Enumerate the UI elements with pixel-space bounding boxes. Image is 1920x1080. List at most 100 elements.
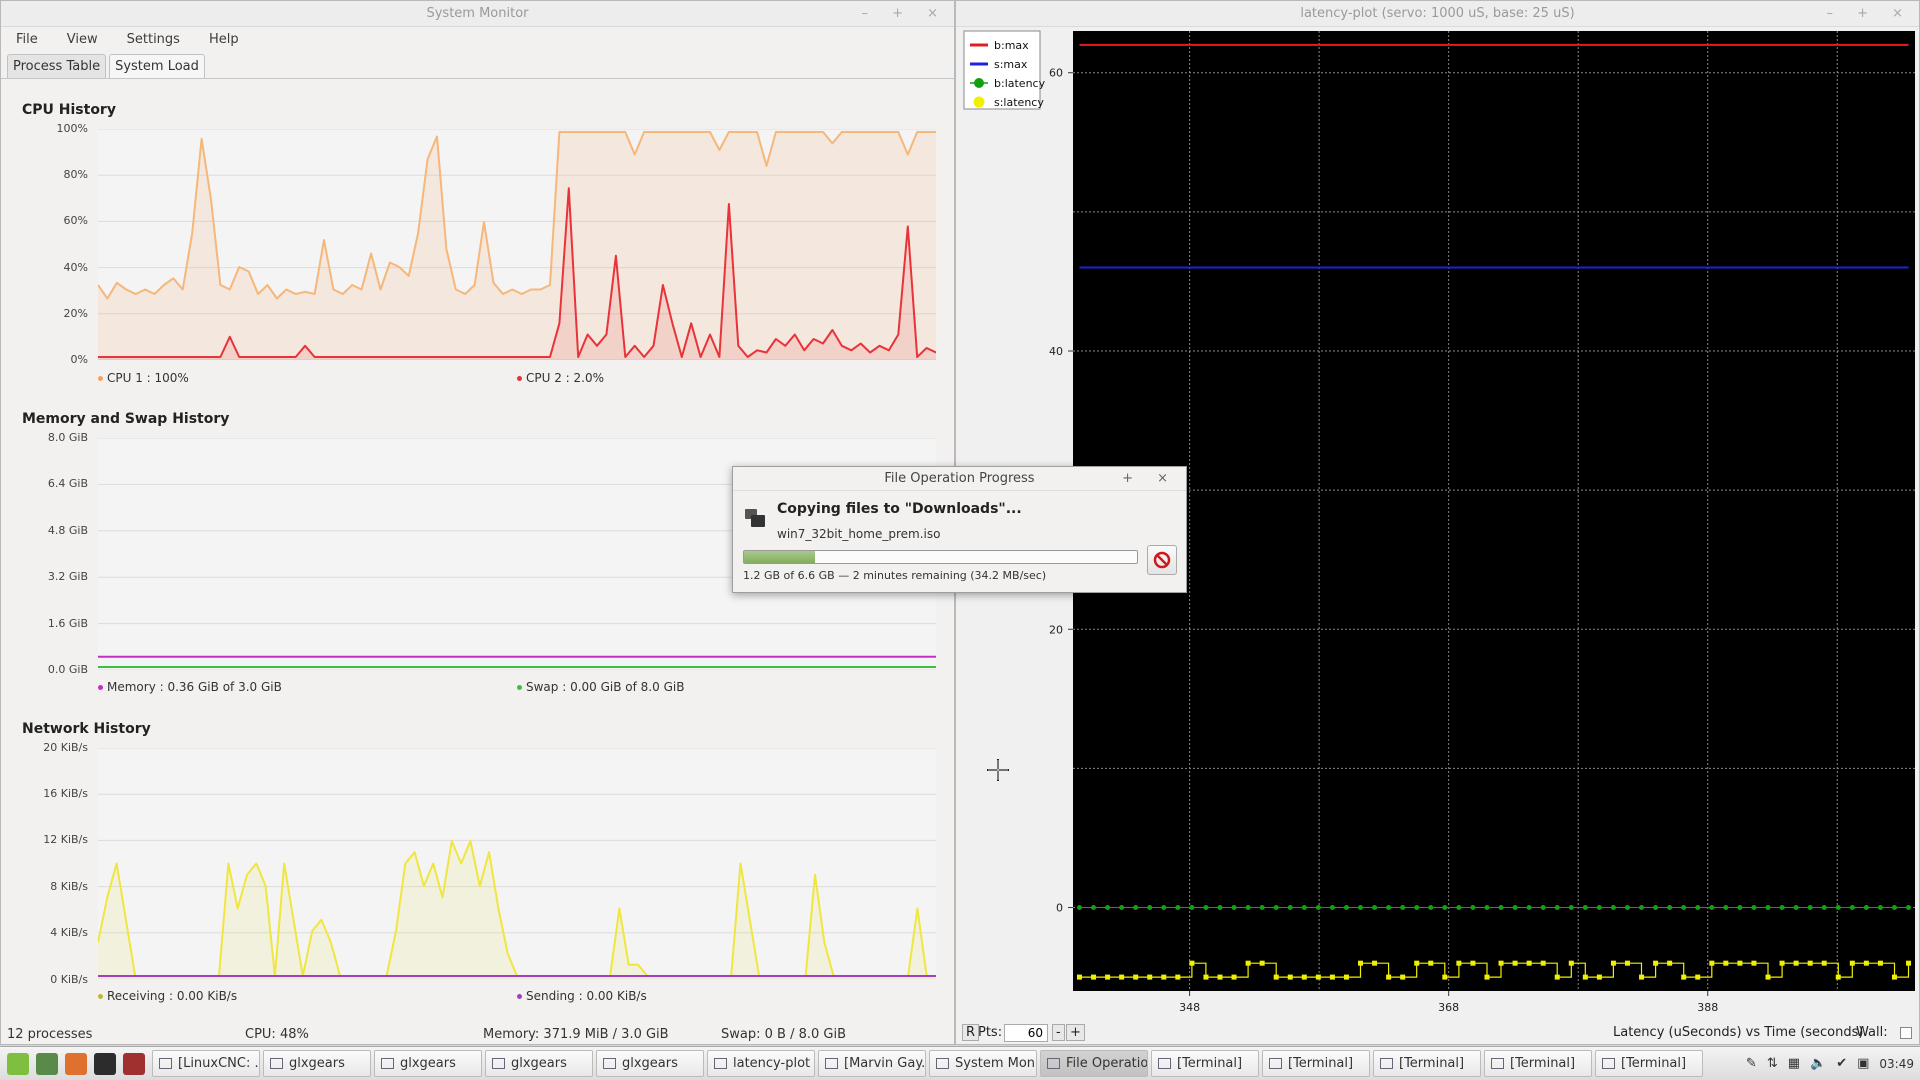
- b-latency-point: [1610, 905, 1616, 911]
- clapper-icon[interactable]: ▦: [1788, 1056, 1800, 1071]
- s-latency-point: [1849, 960, 1855, 966]
- taskbar-item[interactable]: latency-plot ...: [707, 1050, 815, 1077]
- s-latency-point: [1793, 960, 1799, 966]
- pts-decrement-button[interactable]: -: [1052, 1024, 1065, 1041]
- cancel-copy-button[interactable]: [1147, 545, 1177, 575]
- pen-icon[interactable]: ✎: [1746, 1056, 1757, 1071]
- b-latency-point: [1329, 905, 1335, 911]
- taskbar-item[interactable]: glxgears: [596, 1050, 704, 1077]
- s-latency-point: [1695, 974, 1701, 980]
- x-tick-label: 348: [1179, 1001, 1200, 1014]
- b-latency-point: [1484, 905, 1490, 911]
- s-latency-point: [1105, 974, 1111, 980]
- receiving-legend: Receiving : 0.00 KiB/s: [98, 989, 237, 1003]
- taskbar-item-label: [Terminal]: [1177, 1056, 1243, 1071]
- dialog-window-controls[interactable]: + ×: [1122, 467, 1178, 491]
- s-latency-point: [1231, 974, 1237, 980]
- cpu2-legend-swatch: [517, 376, 522, 381]
- taskbar-item[interactable]: glxgears: [263, 1050, 371, 1077]
- latency-window-controls[interactable]: – + ×: [1826, 1, 1913, 27]
- mint-menu-icon[interactable]: [7, 1052, 29, 1075]
- taskbar-item[interactable]: [Terminal]: [1595, 1050, 1703, 1077]
- firefox-icon[interactable]: [65, 1052, 87, 1075]
- s-latency-point: [1076, 974, 1082, 980]
- latency-title: latency-plot (servo: 1000 uS, base: 25 u…: [1300, 6, 1575, 21]
- s-latency-point: [1877, 960, 1883, 966]
- b-latency-point: [1133, 905, 1139, 911]
- clock[interactable]: 03:49: [1879, 1057, 1914, 1071]
- show-desktop-icon[interactable]: [36, 1052, 58, 1075]
- memory-ytick: 3.2 GiB: [47, 570, 88, 583]
- sysmon-window-controls[interactable]: – + ×: [861, 1, 948, 27]
- b-latency-point: [1175, 905, 1181, 911]
- y-tick-label: 60: [1049, 67, 1063, 80]
- taskbar-item[interactable]: [LinuxCNC: ...: [152, 1050, 260, 1077]
- taskbar-item[interactable]: [Terminal]: [1151, 1050, 1259, 1077]
- b-latency-point: [1765, 905, 1771, 911]
- s-latency-point: [1161, 974, 1167, 980]
- menu-settings[interactable]: Settings: [122, 30, 185, 49]
- update-icon[interactable]: ▣: [1857, 1056, 1869, 1071]
- taskbar-item[interactable]: [Terminal]: [1373, 1050, 1481, 1077]
- b-latency-point: [1906, 905, 1912, 911]
- y-tick-label: 20: [1049, 623, 1063, 636]
- network-ytick: 12 KiB/s: [43, 833, 88, 846]
- memory-legend: Memory : 0.36 GiB of 3.0 GiB: [98, 680, 282, 694]
- window-icon: [1602, 1058, 1615, 1069]
- menu-help[interactable]: Help: [204, 30, 244, 49]
- latency-titlebar[interactable]: latency-plot (servo: 1000 uS, base: 25 u…: [956, 1, 1919, 27]
- system-tray: ✎ ⇅ ▦ 🔈 ✔ ▣ 03:49: [1736, 1056, 1920, 1071]
- b-latency-point: [1231, 905, 1237, 911]
- taskbar-item[interactable]: File Operatio...: [1040, 1050, 1148, 1077]
- s-latency-point: [1526, 960, 1532, 966]
- linuxcnc-launcher-icon[interactable]: [123, 1052, 145, 1075]
- b-latency-point: [1273, 905, 1279, 911]
- taskbar-item-label: [Marvin Gay...: [844, 1056, 926, 1071]
- reset-button[interactable]: R: [962, 1024, 980, 1041]
- file-operation-dialog: File Operation Progress + × Copying file…: [732, 466, 1187, 593]
- s-latency-point: [1779, 960, 1785, 966]
- tab-system-load[interactable]: System Load: [109, 54, 205, 78]
- s-latency-point: [1835, 974, 1841, 980]
- pts-input[interactable]: [1004, 1024, 1048, 1042]
- b-latency-point: [1442, 905, 1448, 911]
- b-latency-point: [1203, 905, 1209, 911]
- menu-view[interactable]: View: [62, 30, 103, 49]
- dialog-titlebar[interactable]: File Operation Progress + ×: [733, 467, 1186, 491]
- taskbar-item[interactable]: [Terminal]: [1484, 1050, 1592, 1077]
- axis-caption: Latency (uSeconds) vs Time (seconds): [1613, 1025, 1864, 1040]
- taskbar-item[interactable]: System Mon...: [929, 1050, 1037, 1077]
- s-latency-point: [1091, 974, 1097, 980]
- taskbar-item[interactable]: glxgears: [485, 1050, 593, 1077]
- cpu-history-chart: [98, 129, 936, 360]
- memory-ytick: 1.6 GiB: [47, 617, 88, 630]
- sysmon-titlebar[interactable]: System Monitor – + ×: [1, 1, 954, 27]
- volume-icon[interactable]: 🔈: [1810, 1056, 1826, 1071]
- swap-legend-swatch: [517, 685, 522, 690]
- taskbar-item[interactable]: glxgears: [374, 1050, 482, 1077]
- wall-checkbox[interactable]: [1900, 1027, 1912, 1039]
- taskbar-item-label: System Mon...: [955, 1056, 1036, 1071]
- menu-file[interactable]: File: [11, 30, 43, 49]
- s-latency-point: [1273, 974, 1279, 980]
- window-icon: [825, 1058, 838, 1069]
- terminal-launcher-icon[interactable]: [94, 1052, 116, 1075]
- legend-swatch-marker: [974, 78, 984, 88]
- cpu-ytick: 100%: [56, 122, 88, 135]
- taskbar-item[interactable]: [Marvin Gay...: [818, 1050, 926, 1077]
- series-area: [98, 132, 936, 360]
- network-icon[interactable]: ⇅: [1767, 1056, 1778, 1071]
- s-latency-point: [1329, 974, 1335, 980]
- pts-increment-button[interactable]: +: [1066, 1024, 1085, 1041]
- shield-icon[interactable]: ✔: [1836, 1056, 1847, 1071]
- legend-label: s:latency: [994, 96, 1044, 109]
- copy-progress-fill: [744, 551, 815, 563]
- wall-label: Wall:: [1856, 1025, 1888, 1040]
- tab-process-table[interactable]: Process Table: [7, 54, 107, 78]
- b-latency-point: [1737, 905, 1743, 911]
- cpu2-legend-label: CPU 2 : 2.0%: [526, 371, 605, 385]
- s-latency-point: [1807, 960, 1813, 966]
- taskbar-item[interactable]: [Terminal]: [1262, 1050, 1370, 1077]
- cpu-ytick: 20%: [63, 307, 88, 320]
- s-latency-point: [1287, 974, 1293, 980]
